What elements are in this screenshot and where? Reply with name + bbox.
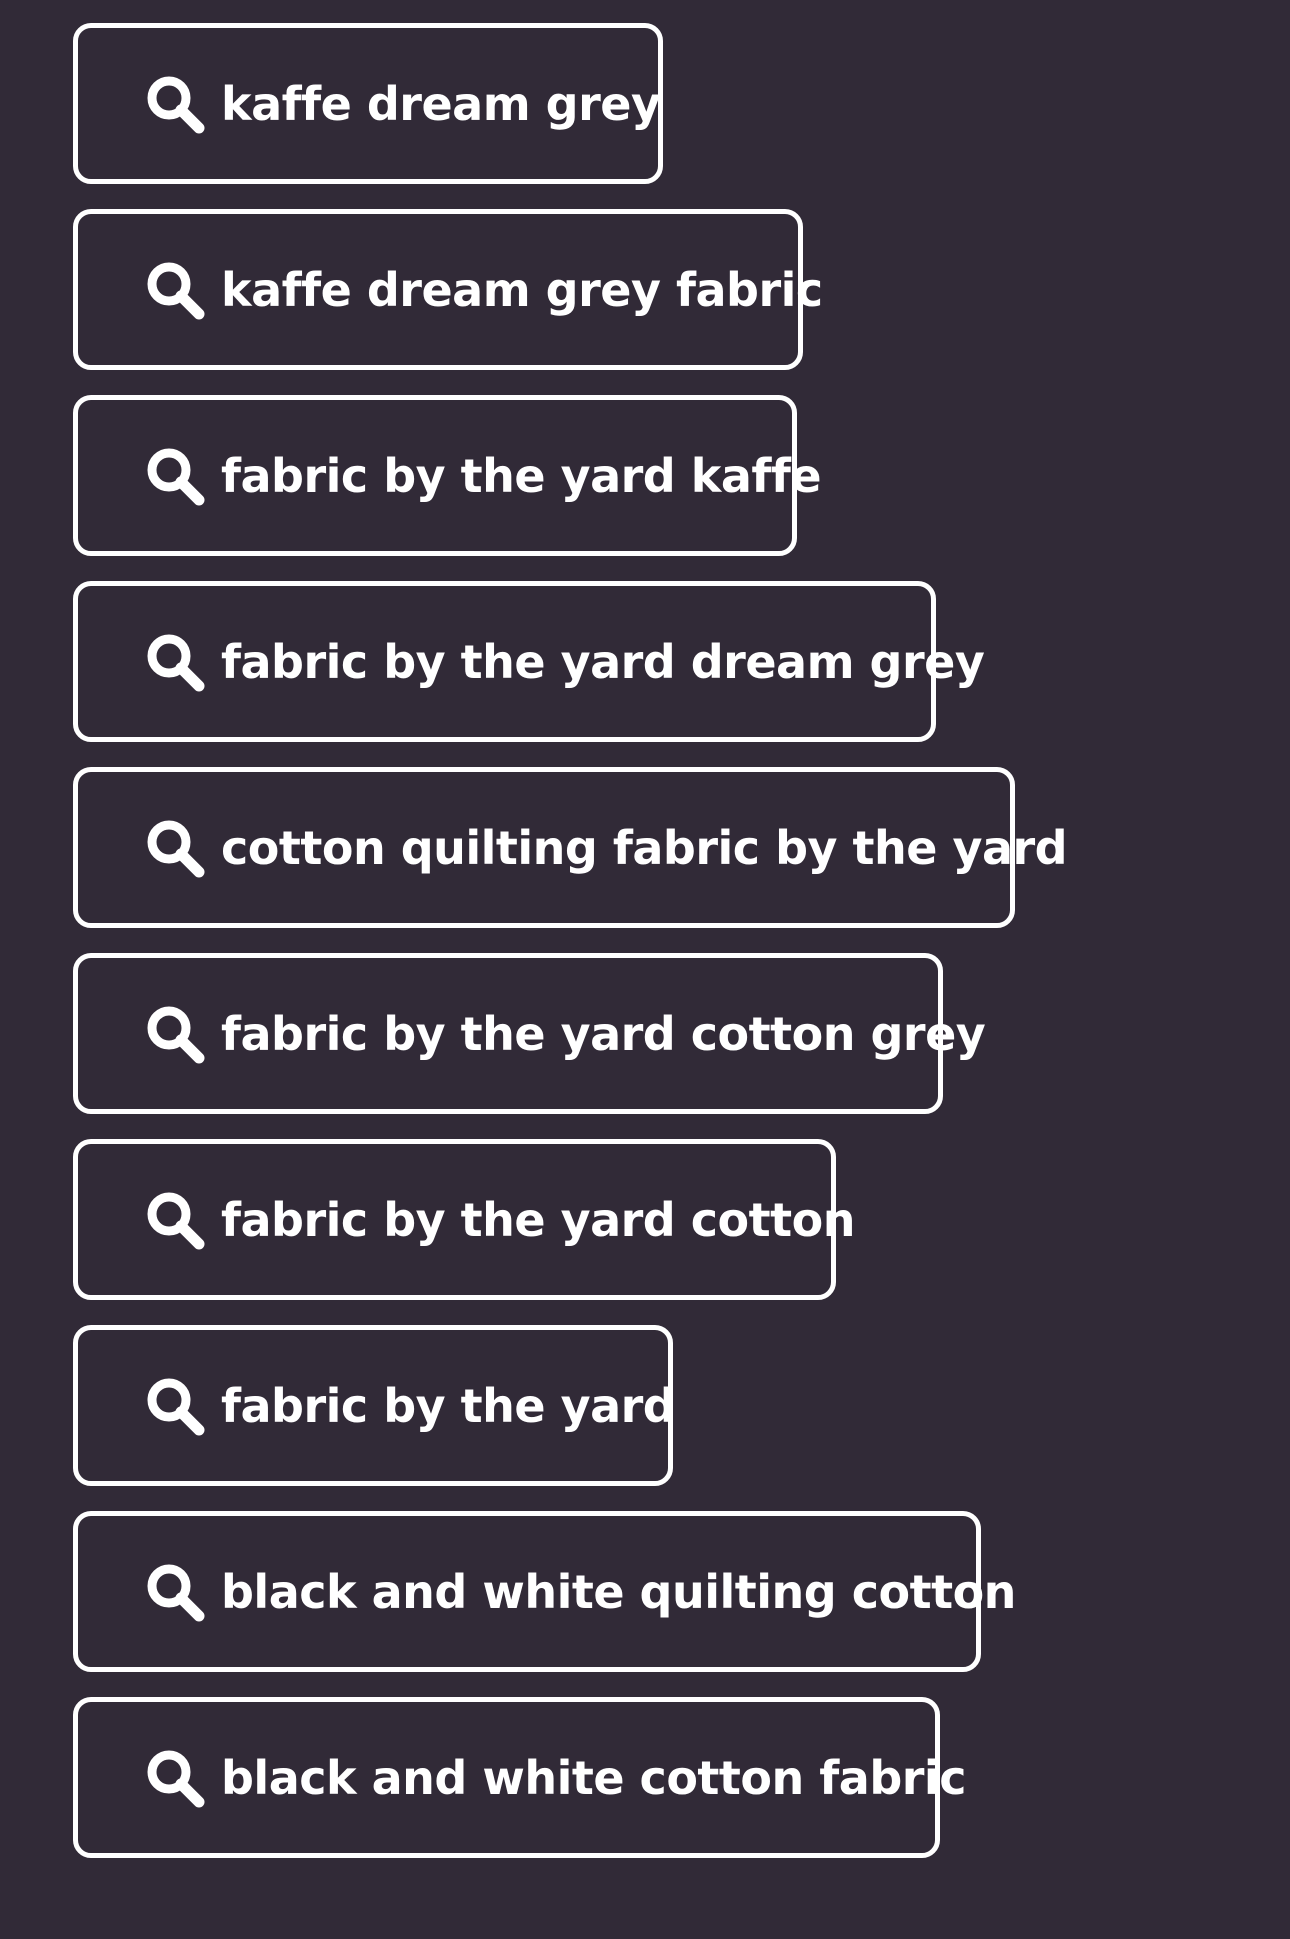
search-suggestion-fabric-by-the-yard-cotton-grey[interactable]: fabric by the yard cotton grey: [73, 953, 986, 1114]
search-icon: [147, 1564, 205, 1621]
suggestion-label: fabric by the yard cotton: [221, 1192, 855, 1247]
search-icon: [147, 448, 205, 505]
search-suggestion-fabric-by-the-yard-dream-grey[interactable]: fabric by the yard dream grey: [73, 581, 985, 742]
search-icon: [147, 634, 205, 691]
search-suggestion-fabric-by-the-yard-kaffe[interactable]: fabric by the yard kaffe: [73, 395, 822, 556]
suggestion-label: fabric by the yard kaffe: [221, 448, 822, 503]
search-suggestion-kaffe-dream-grey[interactable]: kaffe dream grey: [73, 23, 663, 184]
search-suggestion-fabric-by-the-yard-cotton[interactable]: fabric by the yard cotton: [73, 1139, 855, 1300]
search-suggestion-kaffe-dream-grey-fabric[interactable]: kaffe dream grey fabric: [73, 209, 823, 370]
search-suggestion-cotton-quilting-fabric-by-the-yard[interactable]: cotton quilting fabric by the yard: [73, 767, 1068, 928]
suggestion-label: fabric by the yard dream grey: [221, 634, 985, 689]
search-suggestions-list: kaffe dream grey kaffe dream grey fabric…: [73, 23, 1253, 1883]
search-icon: [147, 1750, 205, 1807]
search-icon: [147, 1006, 205, 1063]
suggestion-label: fabric by the yard cotton grey: [221, 1006, 986, 1061]
search-suggestion-fabric-by-the-yard[interactable]: fabric by the yard: [73, 1325, 676, 1486]
suggestion-label: black and white cotton fabric: [221, 1750, 966, 1805]
suggestion-label: cotton quilting fabric by the yard: [221, 820, 1068, 875]
search-suggestion-black-and-white-cotton-fabric[interactable]: black and white cotton fabric: [73, 1697, 966, 1858]
search-icon: [147, 262, 205, 319]
search-icon: [147, 1378, 205, 1435]
search-icon: [147, 76, 205, 133]
search-icon: [147, 820, 205, 877]
suggestion-label: black and white quilting cotton: [221, 1564, 1016, 1619]
suggestion-label: kaffe dream grey: [221, 76, 661, 131]
suggestion-label: kaffe dream grey fabric: [221, 262, 823, 317]
search-icon: [147, 1192, 205, 1249]
suggestion-label: fabric by the yard: [221, 1378, 676, 1433]
search-suggestion-black-and-white-quilting-cotton[interactable]: black and white quilting cotton: [73, 1511, 1016, 1672]
